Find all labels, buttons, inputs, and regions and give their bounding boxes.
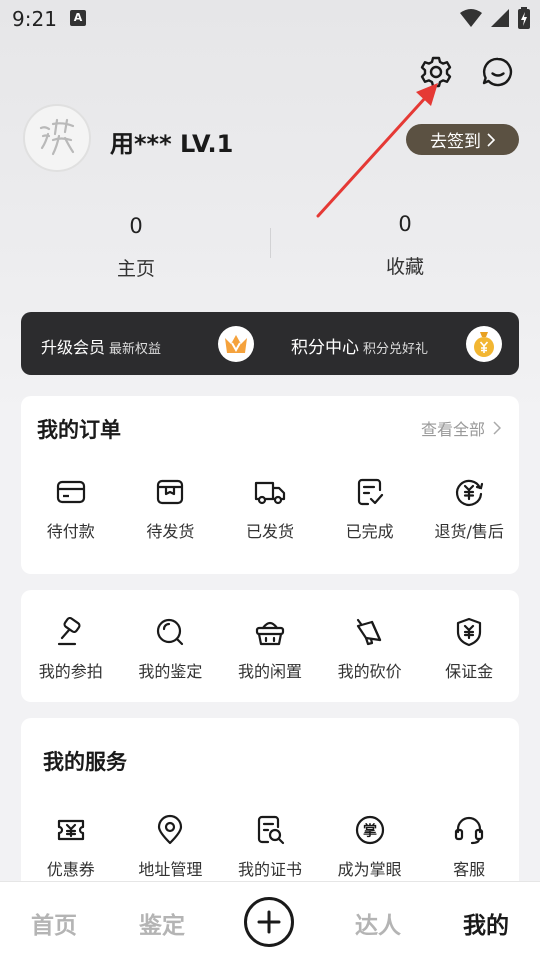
my-appraisals-label: 我的鉴定 bbox=[138, 662, 203, 681]
my-bargains-label: 我的砍价 bbox=[337, 662, 402, 681]
my-appraisals[interactable]: 我的鉴定 bbox=[121, 616, 221, 682]
basket-icon bbox=[255, 621, 285, 646]
card-icon bbox=[56, 480, 85, 504]
coin-bag-badge[interactable] bbox=[466, 326, 502, 362]
coupons[interactable]: 优惠券 bbox=[21, 814, 121, 880]
refund-icon bbox=[456, 479, 484, 506]
signin-button[interactable]: 去签到 bbox=[406, 124, 519, 155]
points-center-title: 积分中心 bbox=[291, 338, 359, 358]
my-certificates-label: 我的证书 bbox=[237, 860, 302, 879]
order-to-ship[interactable]: 待发货 bbox=[121, 476, 221, 542]
my-idle-items-label: 我的闲置 bbox=[237, 662, 302, 681]
calligraphy-avatar-icon bbox=[39, 118, 75, 156]
activity-row: 我的参拍 我的鉴定 我的闲置 我的砍价 保证金 bbox=[21, 616, 519, 682]
customer-service-label: 客服 bbox=[453, 860, 486, 879]
points-center-link[interactable]: 积分中心 积分兑好礼 bbox=[291, 333, 428, 358]
plus-icon bbox=[257, 910, 281, 934]
view-all-label: 查看全部 bbox=[420, 420, 485, 439]
my-auctions-label: 我的参拍 bbox=[38, 662, 103, 681]
upgrade-member-sub: 最新权益 bbox=[109, 342, 162, 357]
order-to-ship-label: 待发货 bbox=[146, 522, 195, 541]
nav-tab-experts[interactable]: 达人 bbox=[355, 906, 401, 940]
address-management[interactable]: 地址管理 bbox=[121, 814, 221, 880]
stat-favorites[interactable]: 0 收藏 bbox=[335, 212, 475, 279]
magnifier-icon bbox=[157, 618, 184, 646]
services-title: 我的服务 bbox=[43, 750, 127, 774]
upgrade-member-title: 升级会员 bbox=[41, 338, 106, 357]
box-icon bbox=[157, 479, 184, 505]
services-row: 优惠券 地址管理 我的证书 掌 成为掌眼 客服 bbox=[21, 814, 519, 880]
member-points-banner: 升级会员 最新权益 积分中心 积分兑好礼 bbox=[21, 312, 519, 375]
nav-tab-home[interactable]: 首页 bbox=[31, 906, 77, 940]
vip-crown-icon bbox=[225, 335, 247, 353]
coupon-icon bbox=[57, 819, 84, 841]
check-doc-icon bbox=[357, 478, 383, 506]
username: 用*** LV.1 bbox=[110, 130, 234, 158]
upgrade-member-link[interactable]: 升级会员 最新权益 bbox=[41, 334, 161, 358]
my-bargains[interactable]: 我的砍价 bbox=[320, 616, 420, 682]
shield-yen-icon bbox=[457, 617, 482, 647]
points-center-sub: 积分兑好礼 bbox=[363, 342, 429, 357]
order-status-row: 待付款 待发货 已发货 已完成 退货/售后 bbox=[21, 476, 519, 542]
stat-homepage[interactable]: 0 主页 bbox=[66, 214, 206, 281]
order-pending-payment[interactable]: 待付款 bbox=[21, 476, 121, 542]
order-shipped[interactable]: 已发货 bbox=[220, 476, 320, 542]
signal-icon bbox=[491, 9, 509, 27]
battery-icon bbox=[518, 7, 530, 29]
money-bag-icon bbox=[474, 332, 494, 357]
orders-card: 我的订单 查看全部 待付款 待发货 已发货 已完成 退货/售后 bbox=[21, 396, 519, 574]
nav-tab-mine[interactable]: 我的 bbox=[463, 906, 509, 940]
certificate-icon bbox=[257, 815, 285, 845]
svg-text:掌: 掌 bbox=[363, 823, 377, 840]
stat-favorites-count: 0 bbox=[398, 212, 412, 236]
order-completed[interactable]: 已完成 bbox=[320, 476, 420, 542]
settings-button[interactable] bbox=[418, 54, 454, 90]
megaphone-icon bbox=[356, 618, 381, 646]
chevron-right-icon bbox=[487, 132, 495, 147]
security-deposit[interactable]: 保证金 bbox=[419, 616, 519, 682]
coupons-label: 优惠券 bbox=[46, 860, 95, 879]
order-shipped-label: 已发货 bbox=[245, 522, 294, 541]
status-bar: 9:21 A bbox=[0, 0, 540, 36]
my-certificates[interactable]: 我的证书 bbox=[220, 814, 320, 880]
my-auctions[interactable]: 我的参拍 bbox=[21, 616, 121, 682]
bottom-nav: 首页 鉴定 达人 我的 bbox=[0, 881, 540, 960]
notification-a-icon: A bbox=[70, 10, 86, 26]
stat-homepage-label: 主页 bbox=[116, 258, 155, 280]
my-idle-items[interactable]: 我的闲置 bbox=[220, 616, 320, 682]
gavel-icon bbox=[57, 616, 81, 646]
headset-icon bbox=[455, 816, 484, 845]
stats-divider bbox=[270, 228, 271, 258]
stat-favorites-label: 收藏 bbox=[385, 256, 424, 278]
become-expert[interactable]: 掌 成为掌眼 bbox=[320, 814, 420, 880]
order-refund-aftersale[interactable]: 退货/售后 bbox=[419, 476, 519, 542]
chat-bubble-icon bbox=[482, 57, 513, 87]
security-deposit-label: 保证金 bbox=[445, 662, 494, 681]
vip-crown-badge[interactable] bbox=[218, 326, 254, 362]
view-all-orders-link[interactable]: 查看全部 bbox=[421, 416, 501, 440]
status-time: 9:21 bbox=[12, 7, 57, 31]
activity-card: 我的参拍 我的鉴定 我的闲置 我的砍价 保证金 bbox=[21, 590, 519, 702]
chevron-right-icon bbox=[493, 421, 501, 435]
nav-tab-appraise[interactable]: 鉴定 bbox=[139, 906, 185, 940]
truck-icon bbox=[254, 481, 286, 505]
signin-label: 去签到 bbox=[430, 132, 481, 152]
status-icons bbox=[460, 6, 530, 30]
order-pending-payment-label: 待付款 bbox=[46, 522, 95, 541]
customer-service[interactable]: 客服 bbox=[419, 814, 519, 880]
location-icon bbox=[158, 814, 183, 845]
order-refund-label: 退货/售后 bbox=[434, 522, 504, 541]
gear-icon bbox=[420, 56, 452, 88]
become-expert-label: 成为掌眼 bbox=[337, 860, 402, 879]
address-management-label: 地址管理 bbox=[138, 860, 203, 879]
orders-title: 我的订单 bbox=[37, 418, 121, 442]
stat-homepage-count: 0 bbox=[129, 214, 143, 238]
badge-zhang-icon: 掌 bbox=[355, 815, 384, 845]
order-completed-label: 已完成 bbox=[345, 522, 394, 541]
publish-button[interactable] bbox=[244, 897, 294, 947]
avatar[interactable] bbox=[23, 104, 91, 172]
wifi-icon bbox=[460, 9, 482, 27]
message-button[interactable] bbox=[480, 54, 516, 90]
